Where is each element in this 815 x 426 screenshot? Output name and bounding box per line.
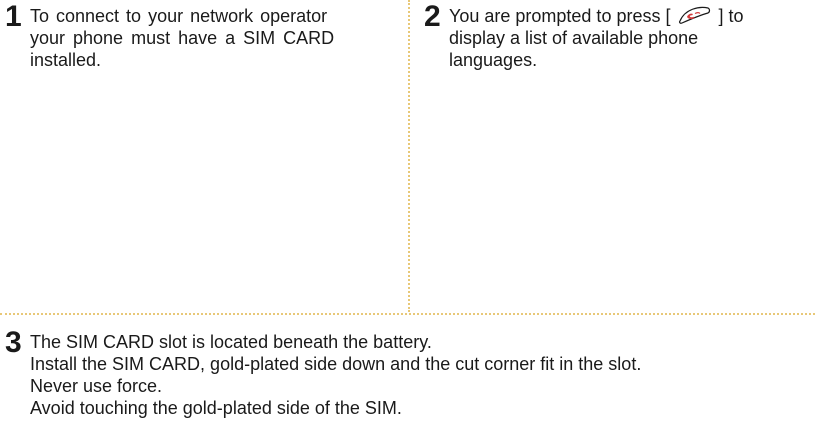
step-3: 3 The SIM CARD slot is located beneath t… bbox=[5, 326, 810, 419]
step-text-after-icon: ] to bbox=[718, 6, 744, 26]
step-text: To connect to your network operator your… bbox=[30, 5, 395, 71]
step-text-line: display a list of available phone bbox=[449, 28, 699, 48]
step-number: 1 bbox=[5, 0, 22, 33]
send-call-key-icon bbox=[679, 6, 711, 24]
step-text-line: The SIM CARD slot is located beneath the… bbox=[30, 332, 432, 352]
step-text-line: To connect to your network operator bbox=[30, 6, 328, 26]
step-text-line: Never use force. bbox=[30, 376, 163, 396]
step-2: 2 You are prompted to press [ ] to displ… bbox=[424, 0, 814, 71]
step-text: The SIM CARD slot is located beneath the… bbox=[30, 331, 810, 419]
step-text-line: You are prompted to press [ ] to bbox=[449, 5, 814, 27]
step-text-line: installed. bbox=[30, 50, 102, 70]
step-text-line: your phone must have a SIM CARD bbox=[30, 28, 335, 48]
step-number: 2 bbox=[424, 0, 441, 33]
step-text: You are prompted to press [ ] to display… bbox=[449, 5, 814, 71]
step-text-line: Install the SIM CARD, gold-plated side d… bbox=[30, 354, 642, 374]
step-text-before-icon: You are prompted to press [ bbox=[449, 6, 671, 26]
step-text-line: languages. bbox=[449, 50, 538, 70]
step-1: 1 To connect to your network operator yo… bbox=[5, 0, 395, 71]
vertical-divider bbox=[408, 0, 410, 312]
step-number: 3 bbox=[5, 326, 22, 359]
step-text-line: Avoid touching the gold-plated side of t… bbox=[30, 398, 402, 418]
horizontal-divider bbox=[0, 313, 815, 315]
